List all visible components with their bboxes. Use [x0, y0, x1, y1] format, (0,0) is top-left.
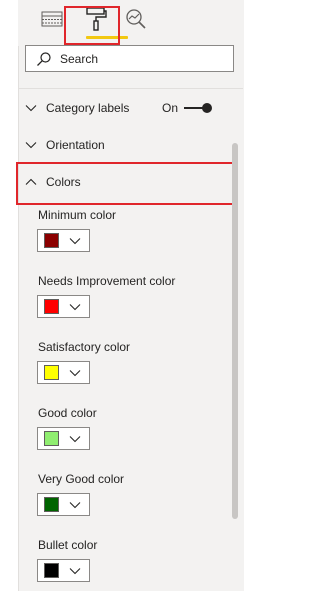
category-labels-toggle[interactable]: On [162, 101, 212, 115]
chevron-down-icon [69, 499, 81, 511]
table-grid-icon [41, 9, 63, 34]
minimum-color-picker[interactable] [37, 229, 90, 252]
needs-improvement-color-picker[interactable] [37, 295, 90, 318]
orientation-label: Orientation [46, 138, 105, 152]
color-swatch [44, 299, 59, 314]
chevron-down-icon [24, 138, 38, 152]
color-swatch [44, 563, 59, 578]
category-labels-section[interactable]: Category labels On [24, 94, 236, 122]
vertical-scrollbar[interactable] [232, 143, 238, 519]
chevron-down-icon [24, 101, 38, 115]
magnifier-analytics-icon [125, 8, 147, 35]
toggle-switch[interactable] [184, 103, 212, 113]
colors-label: Colors [46, 175, 81, 189]
bullet-color-label: Bullet color [38, 538, 98, 552]
analytics-tab[interactable] [122, 6, 150, 36]
good-color-picker[interactable] [37, 427, 90, 450]
very-good-color-picker[interactable] [37, 493, 90, 516]
fields-tab[interactable] [38, 6, 66, 36]
category-labels-label: Category labels [46, 101, 130, 115]
chevron-down-icon [69, 565, 81, 577]
search-divider [18, 88, 243, 89]
orientation-section[interactable]: Orientation [24, 131, 236, 159]
color-swatch [44, 233, 59, 248]
satisfactory-color-label: Satisfactory color [38, 340, 131, 354]
toggle-knob [202, 103, 212, 113]
color-swatch [44, 497, 59, 512]
needs-improvement-color-label: Needs Improvement color [38, 274, 176, 288]
minimum-color-label: Minimum color [38, 208, 117, 222]
search-box[interactable] [25, 45, 234, 72]
chevron-down-icon [69, 367, 81, 379]
good-color-label: Good color [38, 406, 97, 420]
bullet-color-picker[interactable] [37, 559, 90, 582]
chevron-down-icon [69, 301, 81, 313]
very-good-color-label: Very Good color [38, 472, 125, 486]
colors-section[interactable]: Colors [24, 168, 236, 196]
paint-roller-icon [85, 6, 107, 37]
search-icon [36, 51, 52, 67]
chevron-down-icon [69, 235, 81, 247]
chevron-up-icon [24, 175, 38, 189]
color-swatch [44, 365, 59, 380]
chevron-down-icon [69, 433, 81, 445]
color-swatch [44, 431, 59, 446]
pane-tab-bar [18, 0, 243, 46]
toggle-state-label: On [161, 101, 178, 115]
format-tab[interactable] [82, 6, 110, 36]
satisfactory-color-picker[interactable] [37, 361, 90, 384]
active-tab-indicator [86, 36, 128, 39]
search-input[interactable] [60, 51, 210, 66]
